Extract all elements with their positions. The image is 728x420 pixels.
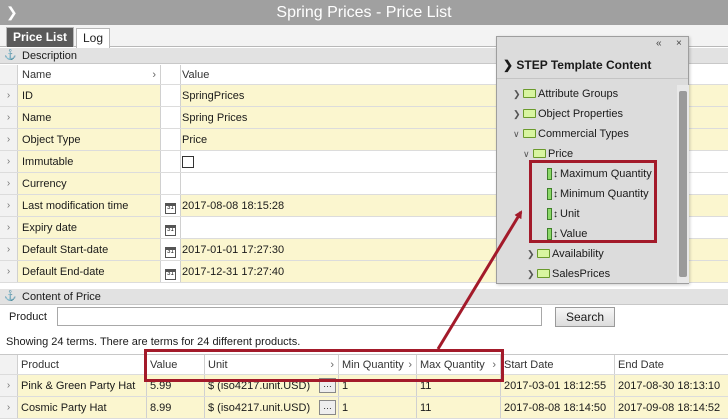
tab-log[interactable]: Log bbox=[76, 28, 111, 48]
row-expand-icon[interactable]: › bbox=[0, 217, 18, 238]
immutable-checkbox[interactable] bbox=[182, 156, 194, 168]
calendar-icon[interactable]: 31 bbox=[165, 203, 176, 214]
tree-item-attribute-groups[interactable]: ❯ Attribute Groups bbox=[513, 85, 618, 103]
sort-arrows-icon: ↕ bbox=[553, 209, 558, 220]
sort-arrows-icon: ↕ bbox=[553, 229, 558, 240]
table-row[interactable]: › Cosmic Party Hat 8.99 $ (iso4217.unit.… bbox=[0, 397, 728, 419]
tree-item-salesprices[interactable]: ❯ SalesPrices bbox=[527, 265, 610, 283]
collapse-arrow-icon[interactable]: ∨ bbox=[513, 125, 523, 143]
content-section-header[interactable]: ⚓ Content of Price bbox=[0, 289, 728, 305]
column-chevron-icon[interactable]: › bbox=[152, 65, 156, 84]
collapse-panel-icon[interactable]: « bbox=[656, 38, 662, 49]
attribute-icon bbox=[547, 188, 552, 201]
collapse-arrow-icon[interactable]: ∨ bbox=[523, 145, 533, 163]
row-expand-icon[interactable]: › bbox=[0, 261, 18, 282]
expand-arrow-icon[interactable]: ❯ bbox=[527, 265, 537, 283]
row-expand-icon[interactable]: › bbox=[0, 375, 18, 396]
column-chevron-icon[interactable]: › bbox=[492, 355, 496, 374]
folder-icon bbox=[523, 88, 536, 98]
table-row[interactable]: › Pink & Green Party Hat 5.99 $ (iso4217… bbox=[0, 375, 728, 397]
row-expand-icon[interactable]: › bbox=[0, 151, 18, 172]
unit-picker-button[interactable]: … bbox=[319, 378, 336, 393]
tab-price-list[interactable]: Price List bbox=[6, 27, 75, 47]
folder-icon bbox=[537, 268, 550, 278]
pin-icon[interactable]: ⚓ bbox=[4, 48, 16, 64]
panel-scrollbar[interactable] bbox=[677, 85, 689, 283]
tree-item-minimum-quantity[interactable]: ↕ Minimum Quantity bbox=[547, 185, 649, 203]
tree-item-availability[interactable]: ❯ Availability bbox=[527, 245, 604, 263]
column-header-end-date[interactable]: End Date bbox=[615, 355, 728, 374]
column-header-value[interactable]: Value bbox=[147, 355, 205, 374]
template-tree: ❯ Attribute Groups ❯ Object Properties ∨ Co… bbox=[497, 85, 677, 283]
pin-icon[interactable]: ⚓ bbox=[4, 289, 16, 305]
content-section-label: Content of Price bbox=[22, 291, 101, 303]
window-title: Spring Prices - Price List bbox=[276, 4, 452, 21]
search-button[interactable]: Search bbox=[555, 307, 615, 327]
attribute-icon bbox=[547, 168, 552, 181]
row-expand-icon[interactable]: › bbox=[0, 195, 18, 216]
row-expand-icon[interactable]: › bbox=[0, 129, 18, 150]
terms-status-text: Showing 24 terms. There are terms for 24… bbox=[6, 336, 301, 348]
column-header-unit[interactable]: Unit › bbox=[205, 355, 339, 374]
column-header-max-quantity[interactable]: Max Quantity › bbox=[417, 355, 501, 374]
attribute-icon bbox=[547, 208, 552, 221]
panel-controls: « × bbox=[497, 37, 688, 51]
expand-arrow-icon[interactable]: ❯ bbox=[513, 85, 523, 103]
description-section-label: Description bbox=[22, 50, 78, 62]
name-column-header[interactable]: Name › bbox=[18, 65, 161, 84]
panel-title[interactable]: ❯ STEP Template Content bbox=[497, 51, 688, 79]
row-expand-icon[interactable]: › bbox=[0, 173, 18, 194]
row-expand-icon[interactable]: › bbox=[0, 85, 18, 106]
expand-chevron-icon[interactable]: ❯ bbox=[503, 58, 513, 72]
sort-arrows-icon: ↕ bbox=[553, 189, 558, 200]
expand-arrow-icon[interactable]: ❯ bbox=[527, 245, 537, 263]
row-expand-icon[interactable]: › bbox=[0, 239, 18, 260]
column-chevron-icon[interactable]: › bbox=[330, 355, 334, 374]
sort-arrows-icon: ↕ bbox=[553, 169, 558, 180]
column-header-product[interactable]: Product bbox=[18, 355, 147, 374]
column-header-start-date[interactable]: Start Date bbox=[501, 355, 615, 374]
row-expand-icon[interactable]: › bbox=[0, 107, 18, 128]
tree-item-maximum-quantity[interactable]: ↕ Maximum Quantity bbox=[547, 165, 652, 183]
tree-item-unit[interactable]: ↕ Unit bbox=[547, 205, 580, 223]
calendar-icon[interactable]: 31 bbox=[165, 269, 176, 280]
calendar-icon[interactable]: 31 bbox=[165, 247, 176, 258]
collapse-chevron-icon[interactable]: ❯ bbox=[6, 0, 18, 25]
close-icon[interactable]: × bbox=[676, 38, 682, 49]
price-terms-header-row: Product Value Unit › Min Quantity › Max … bbox=[0, 354, 728, 375]
tree-item-value[interactable]: ↕ Value bbox=[547, 225, 587, 243]
column-header-min-quantity[interactable]: Min Quantity › bbox=[339, 355, 417, 374]
folder-icon bbox=[533, 148, 546, 158]
product-filter-label: Product bbox=[9, 311, 47, 323]
tree-item-price[interactable]: ∨ Price bbox=[523, 145, 573, 163]
step-template-content-panel: « × ❯ STEP Template Content ❯ Attribute G… bbox=[496, 36, 689, 284]
product-filter-bar: Product Search bbox=[0, 305, 728, 330]
product-filter-input[interactable] bbox=[57, 307, 542, 326]
scrollbar-thumb[interactable] bbox=[679, 91, 687, 277]
expand-arrow-icon[interactable]: ❯ bbox=[513, 105, 523, 123]
row-expand-icon[interactable]: › bbox=[0, 397, 18, 418]
folder-icon bbox=[523, 128, 536, 138]
folder-icon bbox=[523, 108, 536, 118]
window-titlebar: ❯ Spring Prices - Price List bbox=[0, 0, 728, 25]
tree-item-commercial-types[interactable]: ∨ Commercial Types bbox=[513, 125, 629, 143]
tree-item-object-properties[interactable]: ❯ Object Properties bbox=[513, 105, 623, 123]
calendar-icon[interactable]: 31 bbox=[165, 225, 176, 236]
attribute-icon bbox=[547, 228, 552, 241]
column-chevron-icon[interactable]: › bbox=[408, 355, 412, 374]
folder-icon bbox=[537, 248, 550, 258]
unit-picker-button[interactable]: … bbox=[319, 400, 336, 415]
price-terms-table: Product Value Unit › Min Quantity › Max … bbox=[0, 354, 728, 419]
